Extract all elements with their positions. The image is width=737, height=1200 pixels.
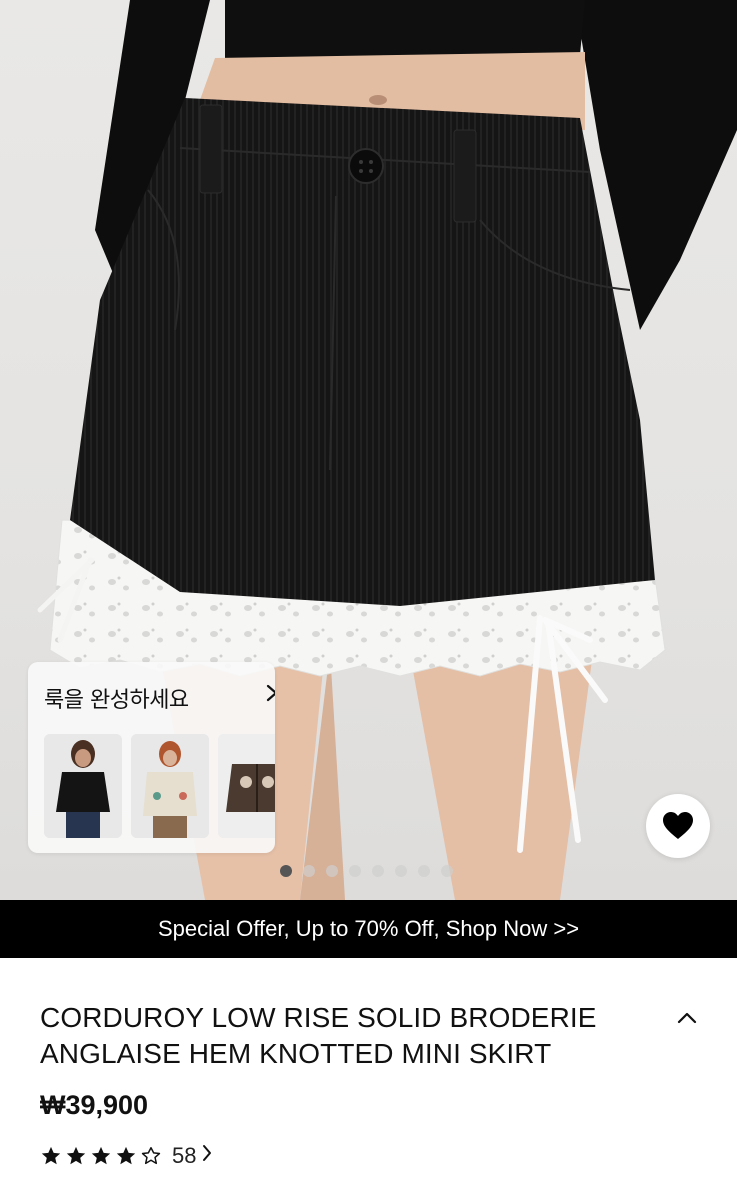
look-thumbnail-black-cardigan[interactable]	[44, 734, 122, 838]
star-rating	[40, 1145, 162, 1167]
star-full-icon	[116, 1146, 136, 1164]
product-image-carousel[interactable]: 룩을 완성하세요	[0, 0, 737, 900]
review-count: 58	[172, 1142, 197, 1168]
star-full-icon	[41, 1146, 61, 1164]
carousel-dot[interactable]	[303, 865, 315, 877]
carousel-dot[interactable]	[372, 865, 384, 877]
star-full-icon	[91, 1146, 111, 1164]
star-full-icon	[66, 1146, 86, 1164]
chevron-right-icon	[260, 678, 275, 708]
look-thumbnail-brown-cardigan[interactable]	[218, 734, 275, 838]
complete-the-look-card: 룩을 완성하세요	[28, 662, 275, 853]
heart-icon	[663, 812, 693, 839]
carousel-pagination	[280, 865, 453, 877]
promo-banner-text: Special Offer, Up to 70% Off, Shop Now >…	[157, 916, 580, 941]
carousel-dot[interactable]	[349, 865, 361, 877]
complete-the-look-header[interactable]: 룩을 완성하세요	[28, 662, 275, 728]
rating-summary[interactable]: 58	[40, 1142, 214, 1169]
carousel-dot[interactable]	[395, 865, 407, 877]
promo-banner[interactable]: Special Offer, Up to 70% Off, Shop Now >…	[0, 900, 737, 958]
wishlist-button[interactable]	[646, 794, 710, 858]
look-thumbnail-cream-cardigan[interactable]	[131, 734, 209, 838]
product-title-row: CORDUROY LOW RISE SOLID BRODERIE ANGLAIS…	[40, 1000, 700, 1072]
carousel-dot[interactable]	[441, 865, 453, 877]
carousel-dot[interactable]	[326, 865, 338, 877]
star-empty-icon	[141, 1146, 161, 1164]
carousel-dot[interactable]	[418, 865, 430, 877]
product-title: CORDUROY LOW RISE SOLID BRODERIE ANGLAIS…	[40, 1002, 597, 1069]
chevron-right-icon	[200, 1142, 214, 1169]
complete-the-look-thumbnails	[44, 734, 275, 838]
complete-the-look-title: 룩을 완성하세요	[44, 688, 189, 713]
product-price: ₩39,900	[40, 1090, 149, 1120]
chevron-up-icon[interactable]	[675, 1008, 699, 1028]
carousel-dot[interactable]	[280, 865, 292, 877]
